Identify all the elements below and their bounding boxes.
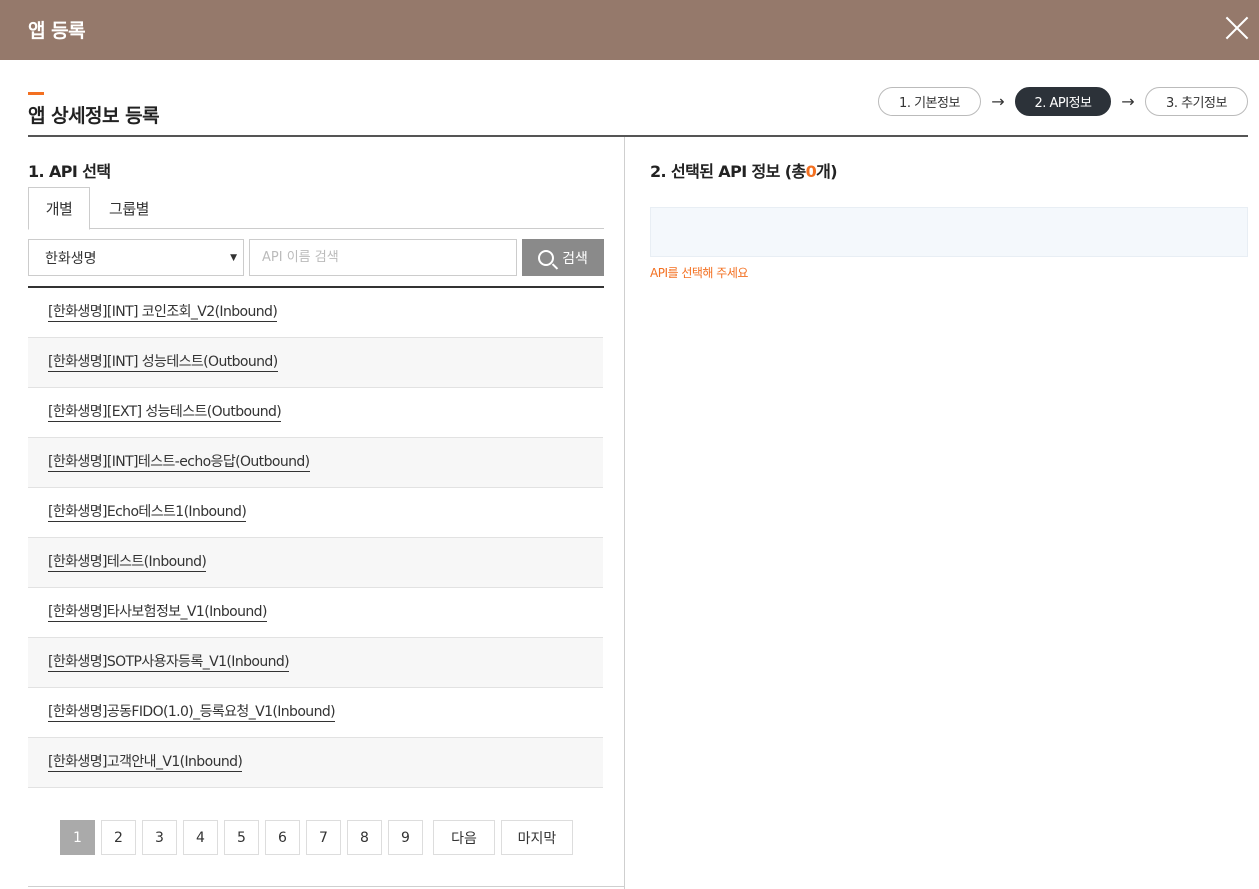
selected-api-box xyxy=(650,207,1248,257)
company-select[interactable]: 한화생명 ▼ xyxy=(28,239,244,276)
api-link[interactable]: [한화생명]Echo테스트1(Inbound) xyxy=(48,504,247,522)
bottom-divider xyxy=(28,886,624,887)
list-item: [한화생명]SOTP사용자등록_V1(Inbound) xyxy=(28,638,603,688)
selected-api-count: 0 xyxy=(805,162,817,181)
list-item: [한화생명]Echo테스트1(Inbound) xyxy=(28,488,603,538)
title-accent-bar xyxy=(28,92,44,95)
list-item: [한화생명]테스트(Inbound) xyxy=(28,538,603,588)
selected-api-title-prefix: 2. 선택된 API 정보 (총 xyxy=(650,162,806,181)
empty-selection-message: API를 선택해 주세요 xyxy=(650,266,748,280)
api-link[interactable]: [한화생명][INT] 코인조회_V2(Inbound) xyxy=(48,304,278,322)
api-link[interactable]: [한화생명][EXT] 성능테스트(Outbound) xyxy=(48,404,282,422)
page-button-7[interactable]: 7 xyxy=(306,820,341,855)
column-divider xyxy=(624,137,625,889)
list-item: [한화생명][INT] 성능테스트(Outbound) xyxy=(28,338,603,388)
api-select-title: 1. API 선택 xyxy=(28,162,111,181)
page-button-1[interactable]: 1 xyxy=(60,820,95,855)
page-button-8[interactable]: 8 xyxy=(347,820,382,855)
modal-title: 앱 등록 xyxy=(28,20,86,42)
header-divider xyxy=(28,135,1248,137)
api-link[interactable]: [한화생명]고객안내_V1(Inbound) xyxy=(48,754,243,772)
next-page-button[interactable]: 다음 xyxy=(433,820,495,855)
step-additional-info: 3. 추기정보 xyxy=(1145,87,1248,116)
search-button[interactable]: 검색 xyxy=(522,239,604,276)
page-button-3[interactable]: 3 xyxy=(142,820,177,855)
tab-individual[interactable]: 개별 xyxy=(28,187,90,230)
list-item: [한화생명]타사보험정보_V1(Inbound) xyxy=(28,588,603,638)
api-link[interactable]: [한화생명]테스트(Inbound) xyxy=(48,554,207,572)
api-link[interactable]: [한화생명]공동FIDO(1.0)_등록요청_V1(Inbound) xyxy=(48,704,336,722)
api-link[interactable]: [한화생명][INT]테스트-echo응답(Outbound) xyxy=(48,454,310,472)
step-api-info: 2. API정보 xyxy=(1015,87,1111,116)
list-item: [한화생명][EXT] 성능테스트(Outbound) xyxy=(28,388,603,438)
page-button-2[interactable]: 2 xyxy=(101,820,136,855)
api-link[interactable]: [한화생명][INT] 성능테스트(Outbound) xyxy=(48,354,278,372)
list-item: [한화생명][INT]테스트-echo응답(Outbound) xyxy=(28,438,603,488)
page-button-6[interactable]: 6 xyxy=(265,820,300,855)
chevron-down-icon: ▼ xyxy=(230,253,237,263)
tab-group[interactable]: 그룹별 xyxy=(90,187,168,229)
close-icon[interactable] xyxy=(1225,16,1249,40)
step-basic-info: 1. 기본정보 xyxy=(878,87,981,116)
last-page-button[interactable]: 마지막 xyxy=(501,820,573,855)
page-button-5[interactable]: 5 xyxy=(224,820,259,855)
api-link[interactable]: [한화생명]타사보험정보_V1(Inbound) xyxy=(48,604,267,622)
modal-header: 앱 등록 xyxy=(0,0,1259,60)
search-button-label: 검색 xyxy=(562,250,588,267)
arrow-right-icon: → xyxy=(991,92,1005,111)
api-link[interactable]: [한화생명]SOTP사용자등록_V1(Inbound) xyxy=(48,654,290,672)
selected-api-title: 2. 선택된 API 정보 (총0개) xyxy=(650,158,838,182)
api-search-input[interactable] xyxy=(249,239,517,276)
pagination: 1 2 3 4 5 6 7 8 9 다음 마지막 xyxy=(60,820,579,855)
page-button-4[interactable]: 4 xyxy=(183,820,218,855)
api-tabs: 개별 그룹별 xyxy=(28,187,604,230)
list-item: [한화생명]고객안내_V1(Inbound) xyxy=(28,738,603,788)
api-list: [한화생명][INT] 코인조회_V2(Inbound) [한화생명][INT]… xyxy=(28,288,603,788)
selected-api-title-suffix: 개) xyxy=(816,162,837,181)
page-title: 앱 상세정보 등록 xyxy=(28,105,160,127)
list-item: [한화생명]공동FIDO(1.0)_등록요청_V1(Inbound) xyxy=(28,688,603,738)
step-indicator: 1. 기본정보 → 2. API정보 → 3. 추기정보 xyxy=(878,87,1248,116)
company-select-value: 한화생명 xyxy=(45,250,97,267)
search-icon xyxy=(538,249,555,266)
page-button-9[interactable]: 9 xyxy=(388,820,423,855)
arrow-right-icon: → xyxy=(1121,92,1135,111)
list-item: [한화생명][INT] 코인조회_V2(Inbound) xyxy=(28,288,603,338)
